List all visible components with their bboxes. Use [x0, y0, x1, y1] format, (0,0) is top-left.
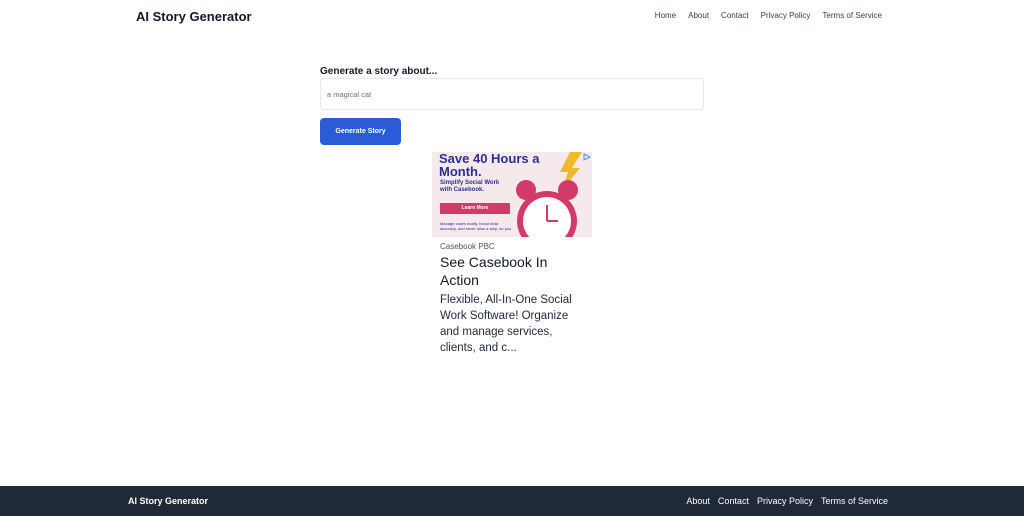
nav-terms-link[interactable]: Terms of Service — [822, 11, 882, 20]
site-header: AI Story Generator Home About Contact Pr… — [0, 0, 1024, 34]
ad-advertiser: Casebook PBC — [440, 242, 495, 251]
alarm-clock-icon — [516, 180, 578, 237]
nav-privacy-link[interactable]: Privacy Policy — [761, 11, 811, 20]
ad-banner-fineprint: Manage cases easily, boost data accuracy… — [440, 221, 512, 231]
footer-about-link[interactable]: About — [686, 496, 710, 506]
site-brand[interactable]: AI Story Generator — [136, 9, 252, 24]
ad-learn-more-button[interactable]: Learn More — [440, 203, 510, 214]
story-prompt-input[interactable] — [320, 78, 704, 110]
ad-description: Flexible, All-In-One Social Work Softwar… — [440, 294, 572, 354]
footer-nav: About Contact Privacy Policy Terms of Se… — [686, 496, 888, 506]
site-footer: AI Story Generator About Contact Privacy… — [0, 486, 1024, 516]
ad-banner-headline: Save 40 Hours a Month. — [439, 152, 540, 179]
ad-choices-icon[interactable] — [583, 153, 591, 161]
story-prompt-label: Generate a story about... — [320, 66, 438, 77]
ad-banner-image[interactable]: Save 40 Hours a Month. Simplify Social W… — [432, 152, 592, 237]
generate-story-button[interactable]: Generate Story — [320, 118, 401, 145]
ad-unit[interactable]: Save 40 Hours a Month. Simplify Social W… — [432, 152, 592, 356]
nav-contact-link[interactable]: Contact — [721, 11, 749, 20]
nav-about-link[interactable]: About — [688, 11, 709, 20]
footer-contact-link[interactable]: Contact — [718, 496, 749, 506]
footer-terms-link[interactable]: Terms of Service — [821, 496, 888, 506]
ad-title[interactable]: See Casebook In Action — [432, 253, 582, 289]
header-nav: Home About Contact Privacy Policy Terms … — [655, 11, 882, 20]
nav-home-link[interactable]: Home — [655, 11, 676, 20]
footer-privacy-link[interactable]: Privacy Policy — [757, 496, 813, 506]
footer-brand: AI Story Generator — [128, 496, 209, 506]
ad-banner-subtext: Simplify Social Work with Casebook. — [440, 180, 500, 193]
